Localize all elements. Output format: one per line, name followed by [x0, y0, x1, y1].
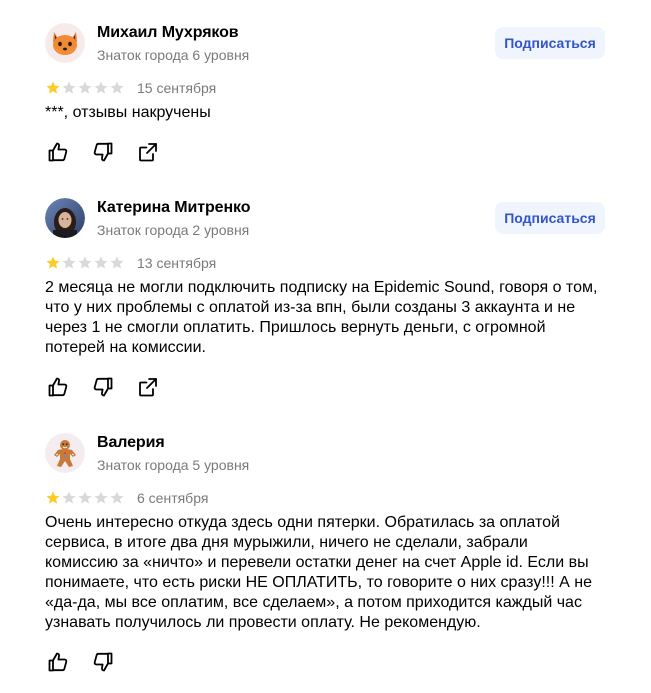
review-date: 13 сентября	[137, 255, 217, 271]
rating-row: 13 сентября	[45, 255, 216, 271]
star-empty-icon	[94, 491, 108, 504]
like-button[interactable]	[45, 374, 71, 400]
rating-row: 6 сентября	[45, 490, 208, 506]
review-text: Очень интересно откуда здесь одни пятерк…	[45, 514, 592, 631]
author-level: Знаток города 5 уровня	[97, 457, 250, 473]
author-level: Знаток города 2 уровня	[97, 222, 250, 238]
star-empty-icon	[62, 256, 76, 269]
subscribe-button[interactable]: Подписаться	[495, 27, 605, 59]
star-empty-icon	[110, 491, 124, 504]
star-empty-icon	[78, 491, 92, 504]
review-card: Михаил Мухряков Знаток города 6 уровня П…	[45, 23, 605, 173]
like-icon	[48, 377, 68, 397]
star-empty-icon	[94, 256, 108, 269]
star-filled-icon	[46, 256, 60, 269]
star-empty-icon	[94, 81, 108, 94]
share-icon	[139, 143, 157, 162]
gingerbread-emoji-avatar[interactable]	[45, 433, 85, 473]
author-level: Знаток города 6 уровня	[97, 47, 250, 63]
author-name[interactable]: Валерия	[97, 434, 165, 452]
like-icon	[48, 652, 68, 672]
like-button[interactable]	[45, 139, 71, 165]
star-empty-icon	[78, 256, 92, 269]
dislike-icon	[93, 652, 113, 672]
star-filled-icon	[46, 491, 60, 504]
like-icon	[48, 142, 68, 162]
rating-row: 15 сентября	[45, 80, 216, 96]
author-name[interactable]: Катерина Митренко	[97, 199, 251, 217]
like-button[interactable]	[45, 649, 71, 675]
fox-emoji-avatar[interactable]	[45, 23, 85, 63]
dislike-button[interactable]	[90, 649, 116, 675]
rating-stars	[45, 255, 125, 271]
dislike-icon	[93, 377, 113, 397]
review-date: 15 сентября	[137, 80, 217, 96]
star-empty-icon	[110, 81, 124, 94]
review-actions	[45, 649, 135, 675]
rating-stars	[45, 490, 125, 506]
star-empty-icon	[62, 81, 76, 94]
user-photo-avatar[interactable]	[45, 198, 85, 238]
rating-stars	[45, 80, 125, 96]
star-empty-icon	[110, 256, 124, 269]
star-empty-icon	[62, 491, 76, 504]
subscribe-button[interactable]: Подписаться	[495, 202, 605, 234]
share-icon	[139, 378, 157, 397]
star-empty-icon	[78, 81, 92, 94]
share-button[interactable]	[135, 374, 161, 400]
share-button[interactable]	[135, 139, 161, 165]
review-date: 6 сентября	[137, 490, 209, 506]
review-actions	[45, 139, 180, 165]
author-name[interactable]: Михаил Мухряков	[97, 24, 239, 42]
star-filled-icon	[46, 81, 60, 94]
dislike-button[interactable]	[90, 374, 116, 400]
dislike-button[interactable]	[90, 139, 116, 165]
review-actions	[45, 374, 180, 400]
review-card: Валерия Знаток города 5 уровня 6 сентябр…	[45, 433, 605, 688]
review-card: Катерина Митренко Знаток города 2 уровня…	[45, 198, 605, 408]
dislike-icon	[93, 142, 113, 162]
review-text: ***, отзывы накручены	[45, 104, 211, 121]
review-text: 2 месяца не могли подключить подписку на…	[45, 279, 598, 356]
